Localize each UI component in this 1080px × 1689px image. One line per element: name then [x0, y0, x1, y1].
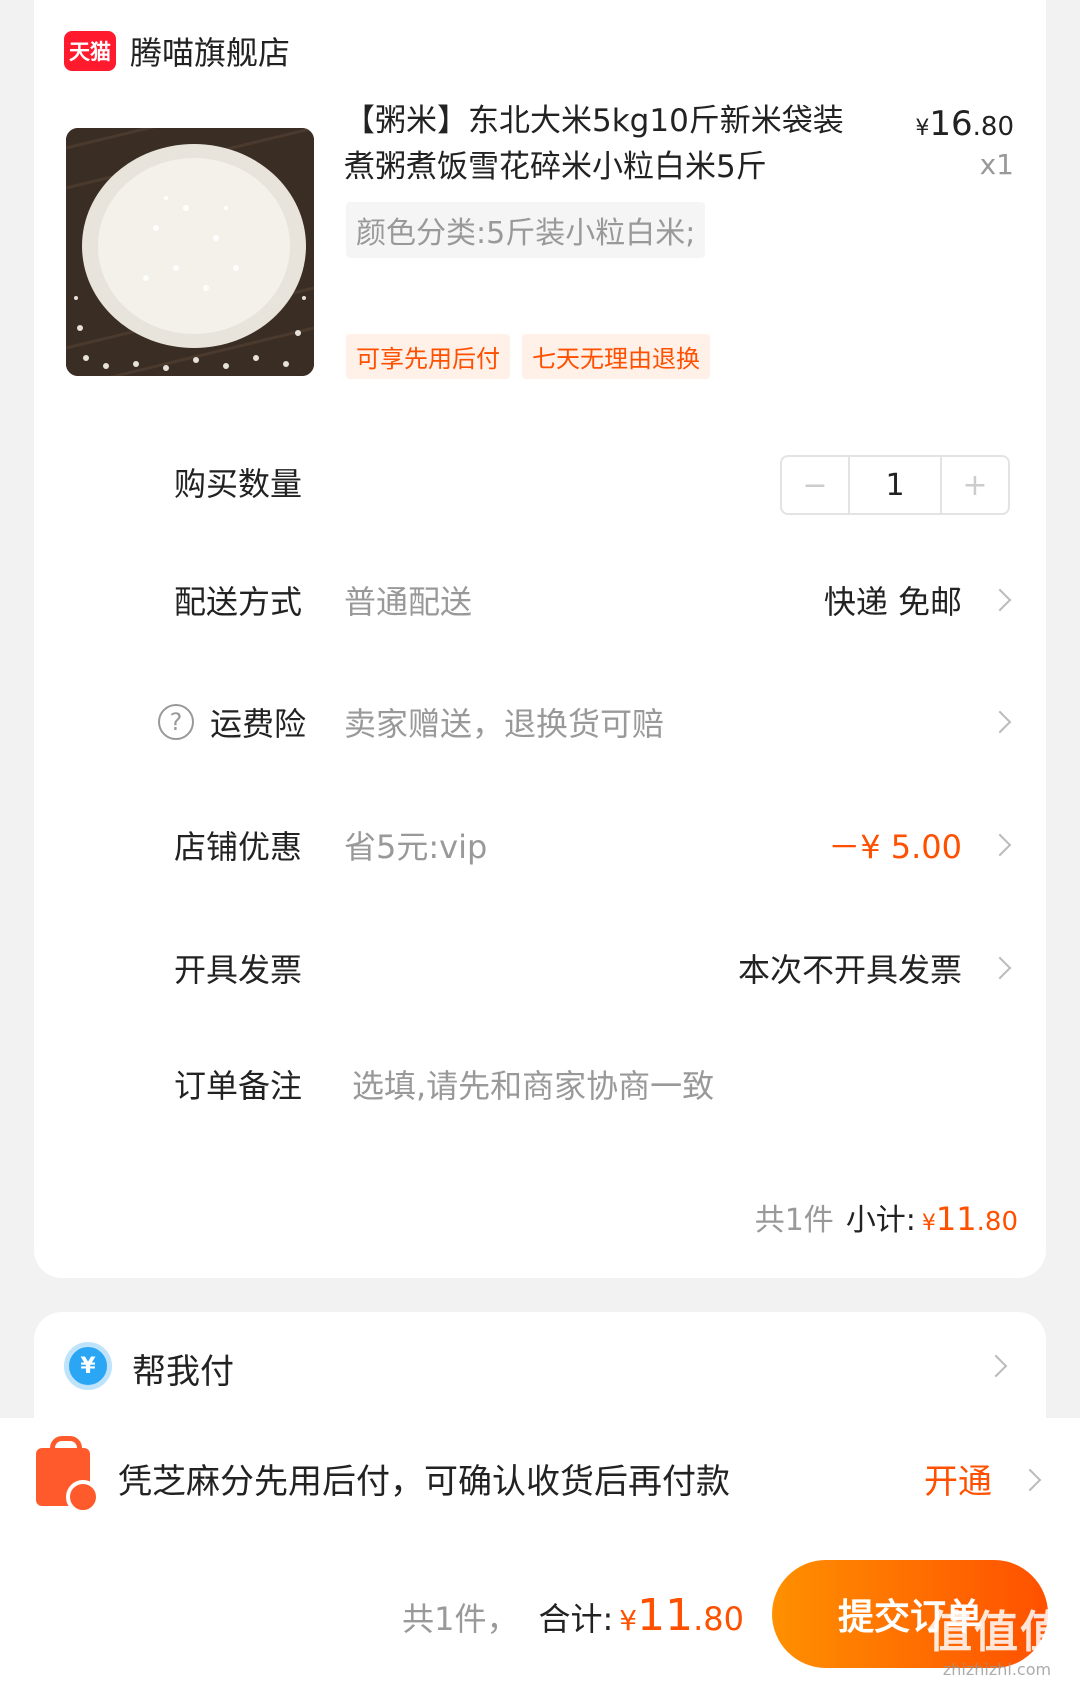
delivery-sub: 普通配送	[344, 583, 473, 621]
help-pay-label: 帮我付	[132, 1352, 234, 1392]
total-currency: ¥	[619, 1604, 638, 1637]
invoice-value: 本次不开具发票	[737, 951, 962, 989]
store-discount-value: －¥ 5.00	[828, 828, 962, 866]
delivery-row[interactable]: 配送方式 普通配送 快递 免邮	[34, 570, 1046, 630]
watermark-logo: 值值值 zhizhizhi.com	[928, 1596, 1066, 1679]
order-note-label: 订单备注	[174, 1067, 303, 1105]
promo-tags: 可享先用后付 七天无理由退换	[346, 334, 710, 379]
quantity-minus-button[interactable]: −	[782, 457, 848, 513]
quantity-plus-button[interactable]: +	[942, 457, 1008, 513]
watermark-big: 值值值	[928, 1607, 1066, 1658]
invoice-row[interactable]: 开具发票 本次不开具发票	[34, 938, 1046, 998]
sku-tag[interactable]: 颜色分类:5斤装小粒白米;	[346, 202, 706, 258]
chevron-right-icon[interactable]	[1018, 1468, 1042, 1492]
subtotal: 共1件 小计: ¥11.80	[755, 1195, 1018, 1239]
yuan-coin-icon: ¥	[64, 1342, 112, 1390]
chevron-right-icon	[984, 1354, 1008, 1378]
order-note-row: 订单备注 选填,请先和商家协商一致	[34, 1054, 1046, 1114]
product-title[interactable]: 【粥米】东北大米5kg10斤新米袋装煮粥煮饭雪花碎米小粒白米5斤	[344, 98, 864, 190]
help-icon[interactable]: ?	[158, 704, 194, 740]
bottom-bar: 凭芝麻分先用后付，可确认收货后再付款 开通 共1件， 合计: ¥11.80 提交…	[0, 1418, 1080, 1689]
price-integer: 16	[929, 104, 973, 144]
credit-open-link[interactable]: 开通	[924, 1454, 992, 1503]
shipping-insurance-row[interactable]: ? 运费险 卖家赠送，退换货可赔	[34, 692, 1046, 752]
invoice-label: 开具发票	[174, 951, 303, 989]
quantity-stepper[interactable]: − 1 +	[780, 455, 1010, 515]
chevron-right-icon	[988, 956, 1012, 980]
credit-pay-text: 凭芝麻分先用后付，可确认收货后再付款	[118, 1462, 730, 1502]
quantity-row: 购买数量 − 1 +	[34, 452, 1046, 515]
help-pay-row[interactable]: ¥ 帮我付	[34, 1312, 1046, 1432]
product-price: ¥16.80	[915, 104, 1014, 144]
chevron-right-icon	[988, 833, 1012, 857]
total-label: 合计:	[538, 1600, 614, 1638]
total-decimal: .80	[693, 1600, 744, 1638]
delivery-value: 快递 免邮	[823, 583, 962, 621]
promo-tag-seven-day-return: 七天无理由退换	[522, 334, 710, 379]
order-note-input[interactable]: 选填,请先和商家协商一致	[352, 1061, 714, 1107]
price-currency: ¥	[915, 116, 930, 141]
store-discount-sub: 省5元:vip	[344, 828, 488, 866]
order-total: 共1件， 合计: ¥11.80	[402, 1590, 744, 1641]
rice-bowl-image	[66, 128, 314, 376]
chevron-right-icon	[988, 710, 1012, 734]
subtotal-label: 小计:	[845, 1203, 916, 1238]
shopping-bag-icon	[36, 1436, 100, 1514]
product-quantity-label: x1	[979, 148, 1014, 181]
store-discount-label: 店铺优惠	[174, 828, 303, 866]
chevron-right-icon	[988, 588, 1012, 612]
subtotal-count: 共1件	[754, 1203, 834, 1238]
subtotal-integer: 11	[935, 1200, 977, 1238]
subtotal-currency: ¥	[921, 1211, 936, 1236]
store-discount-row[interactable]: 店铺优惠 省5元:vip －¥ 5.00	[34, 815, 1046, 875]
shipping-insurance-label: 运费险	[210, 705, 307, 743]
promo-tag-pay-later: 可享先用后付	[346, 334, 510, 379]
subtotal-decimal: .80	[976, 1207, 1018, 1237]
watermark-url: zhizhizhi.com	[942, 1660, 1052, 1679]
total-integer: 11	[637, 1590, 694, 1641]
product-image[interactable]	[66, 128, 314, 376]
shipping-insurance-sub: 卖家赠送，退换货可赔	[344, 705, 665, 743]
total-count: 共1件，	[402, 1600, 519, 1638]
store-name[interactable]: 腾喵旗舰店	[130, 28, 290, 74]
store-header[interactable]: 天猫 腾喵旗舰店	[64, 28, 290, 74]
quantity-label: 购买数量	[174, 465, 303, 503]
tmall-logo: 天猫	[64, 31, 116, 71]
quantity-value[interactable]: 1	[848, 457, 942, 513]
order-card: 天猫 腾喵旗舰店 【粥米】东北大米5kg10斤新米袋装煮粥煮饭雪花碎米小粒白米5…	[34, 0, 1046, 1278]
delivery-label: 配送方式	[174, 583, 303, 621]
price-decimal: .80	[972, 112, 1014, 142]
order-confirm-page: 天猫 腾喵旗舰店 【粥米】东北大米5kg10斤新米袋装煮粥煮饭雪花碎米小粒白米5…	[0, 0, 1080, 1689]
